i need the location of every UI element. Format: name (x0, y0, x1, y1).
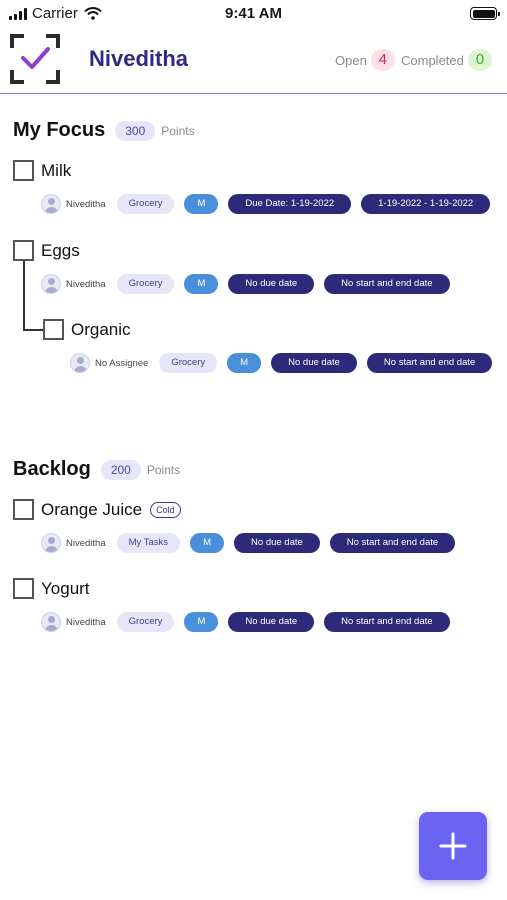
due-date-pill[interactable]: No due date (228, 612, 315, 632)
task-checkbox[interactable] (13, 578, 34, 599)
app-header: Niveditha Open 4 Completed 0 (0, 28, 507, 94)
task-title[interactable]: Orange Juice (41, 500, 142, 520)
completed-label: Completed (401, 52, 464, 68)
task-row: Orange Juice Cold (13, 499, 181, 520)
battery-icon (470, 7, 500, 20)
task-meta: Niveditha Grocery M Due Date: 1-19-2022 … (41, 194, 491, 214)
task-checkbox[interactable] (13, 499, 34, 520)
date-range-pill[interactable]: 1-19-2022 - 1-19-2022 (361, 194, 491, 214)
avatar-icon (41, 274, 61, 294)
task-checkbox[interactable] (13, 240, 34, 261)
task-checkbox[interactable] (13, 160, 34, 181)
size-pill[interactable]: M (190, 533, 225, 553)
open-counter[interactable]: Open 4 (335, 49, 395, 71)
avatar-icon (41, 194, 61, 214)
tag-chip[interactable]: Cold (150, 501, 181, 518)
task-row: Eggs (13, 240, 80, 261)
user-name: Niveditha (89, 46, 189, 71)
open-count-badge: 4 (370, 49, 395, 71)
avatar-icon (70, 353, 90, 373)
task-title[interactable]: Milk (41, 161, 71, 181)
completed-counter[interactable]: Completed 0 (401, 49, 492, 71)
assignee-name[interactable]: Niveditha (66, 617, 106, 628)
add-task-button[interactable] (419, 812, 487, 880)
status-bar: Carrier 9:41 AM (0, 0, 507, 28)
subtask-connector (23, 261, 25, 330)
list-pill[interactable]: Grocery (116, 612, 175, 632)
assignee-name[interactable]: Niveditha (66, 279, 106, 290)
size-pill[interactable]: M (184, 194, 219, 214)
list-pill[interactable]: Grocery (116, 274, 175, 294)
due-date-pill[interactable]: Due Date: 1-19-2022 (228, 194, 352, 214)
plus-icon (439, 832, 467, 860)
date-range-pill[interactable]: No start and end date (324, 612, 450, 632)
task-checkbox[interactable] (43, 319, 64, 340)
task-meta: No Assignee Grocery M No due date No sta… (70, 353, 493, 373)
size-pill[interactable]: M (227, 353, 262, 373)
assignee-name[interactable]: Niveditha (66, 199, 106, 210)
task-meta: Niveditha Grocery M No due date No start… (41, 274, 450, 294)
focus-section-title: My Focus (13, 119, 106, 141)
focus-points-label: Points (161, 123, 195, 138)
focus-points-badge: 300 (115, 120, 156, 141)
subtask-connector (23, 329, 43, 331)
due-date-pill[interactable]: No due date (234, 533, 320, 553)
subtask-row: Organic (43, 319, 131, 340)
avatar-icon (41, 533, 61, 553)
date-range-pill[interactable]: No start and end date (324, 274, 450, 294)
date-range-pill[interactable]: No start and end date (329, 533, 456, 553)
task-title[interactable]: Organic (71, 320, 131, 340)
backlog-points-badge: 200 (100, 459, 141, 480)
checked-frame-icon (10, 34, 60, 84)
completed-count-badge: 0 (467, 49, 492, 71)
list-pill[interactable]: My Tasks (116, 533, 181, 553)
task-row: Yogurt (13, 578, 90, 599)
backlog-points-label: Points (146, 462, 181, 477)
size-pill[interactable]: M (184, 612, 219, 632)
backlog-section-header: Backlog 200 Points (13, 458, 180, 481)
backlog-section-title: Backlog (13, 458, 91, 480)
focus-section-header: My Focus 300 Points (13, 119, 195, 142)
assignee-name[interactable]: No Assignee (95, 358, 148, 369)
status-time: 9:41 AM (225, 5, 282, 22)
task-title[interactable]: Eggs (41, 241, 80, 261)
due-date-pill[interactable]: No due date (228, 274, 315, 294)
task-row: Milk (13, 160, 71, 181)
avatar-icon (41, 612, 61, 632)
assignee-name[interactable]: Niveditha (66, 538, 106, 549)
task-meta: Niveditha Grocery M No due date No start… (41, 612, 450, 632)
task-meta: Niveditha My Tasks M No due date No star… (41, 533, 456, 553)
due-date-pill[interactable]: No due date (271, 353, 357, 373)
list-pill[interactable]: Grocery (116, 194, 175, 214)
task-title[interactable]: Yogurt (41, 579, 90, 599)
date-range-pill[interactable]: No start and end date (366, 353, 493, 373)
open-label: Open (335, 52, 367, 68)
size-pill[interactable]: M (184, 274, 219, 294)
list-pill[interactable]: Grocery (159, 353, 218, 373)
